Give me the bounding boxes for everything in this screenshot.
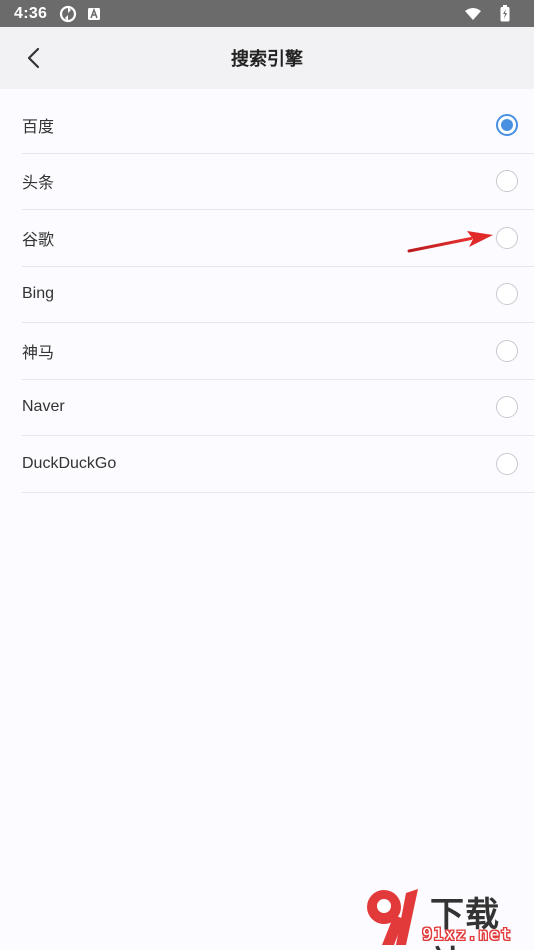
radio-button[interactable]: [496, 339, 518, 362]
engine-label: 百度: [22, 116, 55, 136]
engine-label: DuckDuckGo: [22, 454, 117, 472]
engine-label: Bing: [22, 285, 55, 303]
engine-label: 头条: [22, 173, 55, 193]
nav-bar: 搜索引擎: [0, 27, 534, 89]
annotation-arrow-icon: [407, 231, 493, 253]
engine-row-bing[interactable]: Bing: [22, 267, 534, 323]
radio-button[interactable]: [496, 170, 518, 193]
chevron-left-icon: [27, 47, 40, 69]
watermark-logo: 下载站 91xz.net: [360, 885, 530, 950]
engine-list: 百度 头条 谷歌 Bing 神马 Naver DuckDuckGo: [0, 97, 534, 493]
engine-row-shenma[interactable]: 神马: [22, 323, 534, 380]
sync-icon: [59, 5, 77, 23]
radio-button[interactable]: [496, 396, 518, 419]
page-title: 搜索引擎: [231, 49, 303, 70]
engine-row-naver[interactable]: Naver: [22, 380, 534, 436]
radio-button-selected[interactable]: [496, 113, 518, 136]
engine-row-baidu[interactable]: 百度: [22, 97, 534, 154]
back-button[interactable]: [16, 40, 52, 76]
radio-button[interactable]: [496, 452, 518, 475]
radio-button[interactable]: [496, 283, 518, 306]
engine-label: 神马: [22, 342, 55, 362]
wifi-icon: [464, 7, 482, 21]
status-time: 4:36: [14, 4, 48, 22]
engine-label: Naver: [22, 398, 65, 416]
engine-row-duckduckgo[interactable]: DuckDuckGo: [22, 436, 534, 493]
status-right: [464, 5, 520, 22]
a-badge-icon: [87, 7, 101, 21]
engine-row-toutiao[interactable]: 头条: [22, 154, 534, 210]
status-bar: 4:36: [0, 0, 534, 27]
battery-icon: [500, 5, 510, 22]
watermark-url: 91xz.net: [422, 925, 512, 946]
